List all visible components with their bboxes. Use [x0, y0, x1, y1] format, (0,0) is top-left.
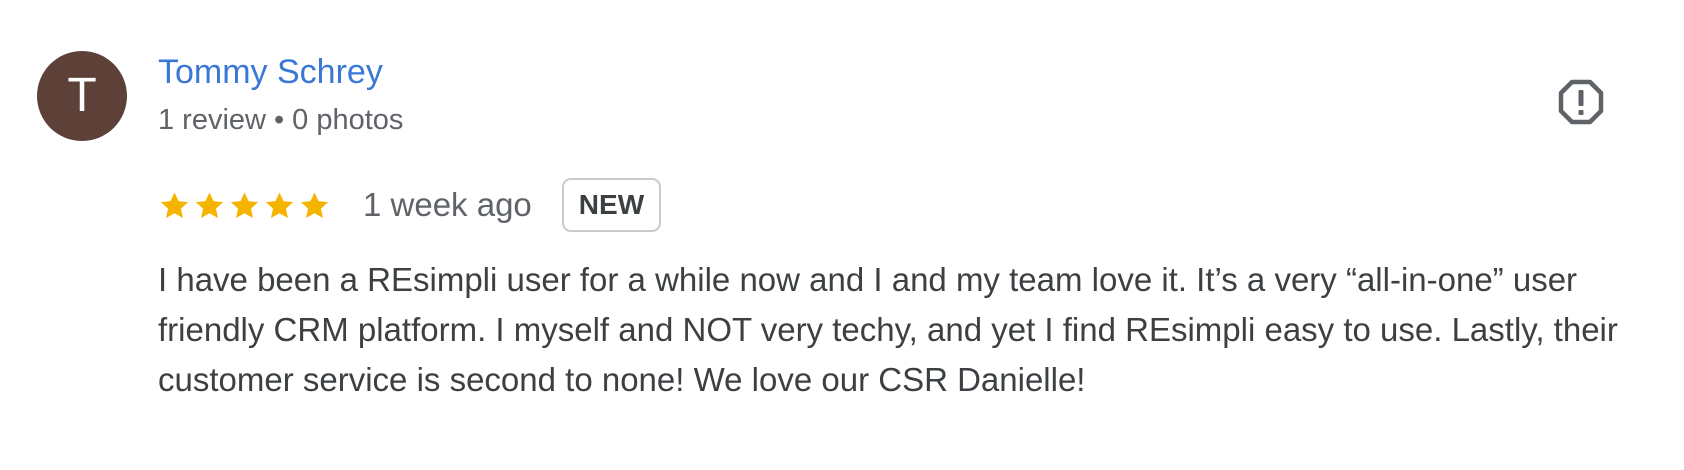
avatar[interactable]: T	[37, 51, 127, 141]
rating-row: 1 week ago NEW	[158, 176, 662, 234]
star-icon	[300, 191, 329, 218]
report-review-button[interactable]	[1554, 75, 1608, 129]
review-count: 1 review	[158, 104, 266, 136]
star-icon	[195, 191, 224, 218]
new-badge: NEW	[561, 178, 662, 232]
avatar-initial: T	[67, 69, 97, 122]
review-text: I have been a REsimpli user for a while …	[158, 261, 1618, 398]
star-icon	[230, 191, 259, 218]
author-name-link[interactable]: Tommy Schrey	[158, 53, 383, 92]
star-rating	[158, 189, 331, 222]
star-icon	[160, 191, 189, 218]
report-flag-icon	[1558, 79, 1604, 125]
photo-count: 0 photos	[292, 104, 404, 136]
star-icon	[265, 191, 294, 218]
meta-separator: •	[274, 104, 285, 136]
review-time: 1 week ago	[363, 186, 532, 223]
author-meta: 1 review • 0 photos	[158, 104, 403, 137]
